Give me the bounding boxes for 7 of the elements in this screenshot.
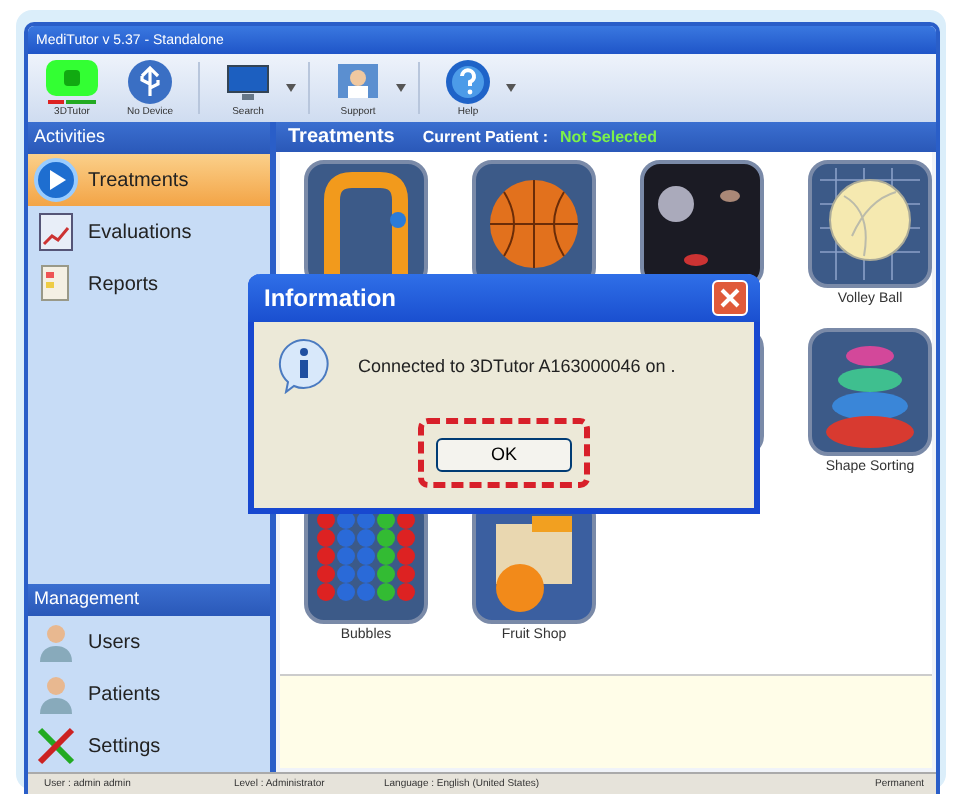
dialog-title: Information	[264, 284, 396, 312]
section-header: Activities	[28, 122, 270, 154]
patient-label: Current Patient :	[422, 128, 549, 146]
section-header: Management	[28, 584, 270, 616]
patient-value: Not Selected	[560, 128, 657, 146]
dialog-message: Connected to 3DTutor A163000046 on .	[358, 356, 676, 376]
header-title: Treatments	[288, 126, 395, 148]
